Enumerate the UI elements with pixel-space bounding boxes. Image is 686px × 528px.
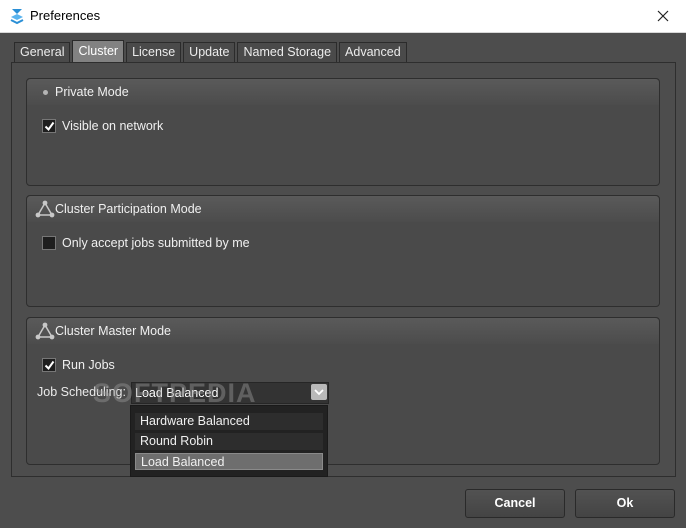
checkmark-icon [44,121,54,131]
checkbox-box[interactable] [42,358,56,372]
tab-cluster[interactable]: Cluster [72,40,125,62]
option-load-balanced[interactable]: Load Balanced [135,453,323,470]
group-header: Private Mode [27,79,659,105]
tab-bar: General Cluster License Update Named Sto… [14,40,409,63]
job-scheduling-label: Job Scheduling: [37,385,126,399]
title-bar: Preferences [0,0,686,33]
ok-button[interactable]: Ok [575,489,675,518]
checkmark-icon [44,360,54,370]
private-mode-title: Private Mode [55,85,129,99]
network-icon [35,200,55,218]
window-title: Preferences [30,8,101,23]
tab-advanced[interactable]: Advanced [339,42,407,62]
tab-license[interactable]: License [126,42,182,62]
tab-update[interactable]: Update [183,42,236,62]
master-mode-group: Cluster Master Mode Run Jobs Job Schedul… [26,317,660,465]
group-header: Cluster Master Mode [27,318,659,344]
app-logo-icon [10,9,24,25]
tab-named-storage[interactable]: Named Storage [237,42,338,62]
option-round-robin[interactable]: Round Robin [135,433,323,450]
participation-mode-title: Cluster Participation Mode [55,202,202,216]
chevron-down-icon[interactable] [311,384,327,400]
checkbox-box[interactable] [42,119,56,133]
only-my-jobs-checkbox[interactable]: Only accept jobs submitted by me [42,236,250,250]
only-my-jobs-label: Only accept jobs submitted by me [62,236,250,250]
close-icon [657,10,669,22]
run-jobs-checkbox[interactable]: Run Jobs [42,358,115,372]
preferences-window: Preferences General Cluster License Upda… [0,0,686,528]
job-scheduling-dropdown: Hardware Balanced Round Robin Load Balan… [130,405,328,477]
bullet-icon [43,90,48,95]
visible-on-network-label: Visible on network [62,119,164,133]
visible-on-network-checkbox[interactable]: Visible on network [42,119,163,133]
close-button[interactable] [640,0,686,32]
tab-general[interactable]: General [14,42,71,62]
job-scheduling-select[interactable]: Load Balanced [131,382,329,404]
group-header: Cluster Participation Mode [27,196,659,222]
job-scheduling-value: Load Balanced [135,386,219,400]
network-icon [35,322,55,340]
run-jobs-label: Run Jobs [62,358,115,372]
master-mode-title: Cluster Master Mode [55,324,172,338]
cancel-button[interactable]: Cancel [465,489,565,518]
option-hardware-balanced[interactable]: Hardware Balanced [135,413,323,430]
participation-mode-group: Cluster Participation Mode Only accept j… [26,195,660,307]
private-mode-group: Private Mode Visible on network [26,78,660,186]
tab-content-panel: Private Mode Visible on network Cluster … [11,62,676,477]
checkbox-box[interactable] [42,236,56,250]
